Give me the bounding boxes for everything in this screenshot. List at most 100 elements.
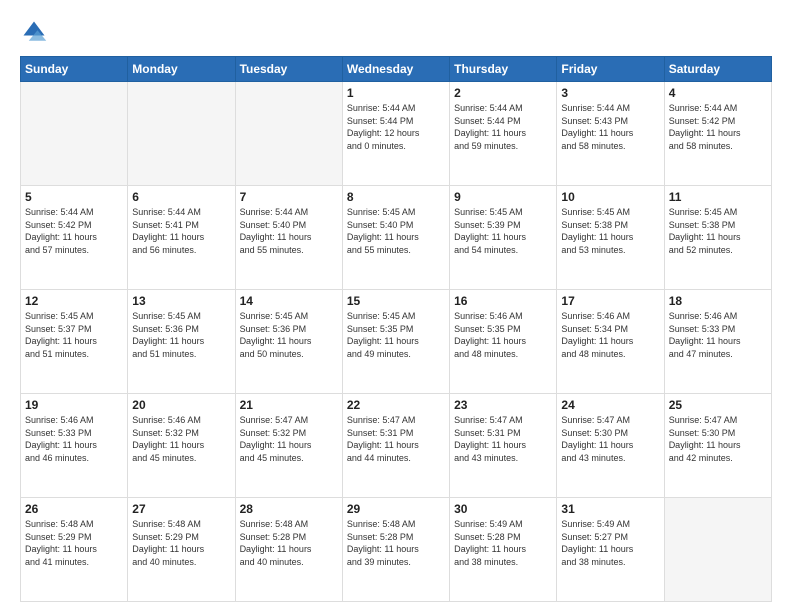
calendar-cell: 11 Sunrise: 5:45 AM Sunset: 5:38 PM Dayli… [664,186,771,290]
day-info: Sunrise: 5:48 AM Sunset: 5:29 PM Dayligh… [132,518,230,568]
calendar-cell [664,498,771,602]
calendar-cell: 13Sunrise: 5:45 AM Sunset: 5:36 PM Dayli… [128,290,235,394]
calendar-cell: 28 Sunrise: 5:48 AM Sunset: 5:28 PM Dayli… [235,498,342,602]
day-info: Sunrise: 5:44 AM Sunset: 5:40 PM Dayligh… [240,206,338,256]
calendar-week-4: 26 Sunrise: 5:48 AM Sunset: 5:29 PM Dayli… [21,498,772,602]
day-info: Sunrise: 5:46 AM Sunset: 5:32 PM Dayligh… [132,414,230,464]
day-info: Sunrise: 5:47 AM Sunset: 5:32 PM Dayligh… [240,414,338,464]
day-number: 28 [240,502,338,516]
day-number: 30 [454,502,552,516]
calendar-cell: 17 Sunrise: 5:46 AM Sunset: 5:34 PM Dayli… [557,290,664,394]
day-info: Sunrise: 5:45 AM Sunset: 5:39 PM Dayligh… [454,206,552,256]
calendar-cell: 9 Sunrise: 5:45 AM Sunset: 5:39 PM Daylig… [450,186,557,290]
day-info: Sunrise: 5:46 AM Sunset: 5:35 PM Dayligh… [454,310,552,360]
day-number: 16 [454,294,552,308]
day-info: Sunrise: 5:45 AM Sunset: 5:38 PM Dayligh… [561,206,659,256]
day-info: Sunrise: 5:46 AM Sunset: 5:33 PM Dayligh… [25,414,123,464]
day-info: Sunrise: 5:48 AM Sunset: 5:29 PM Dayligh… [25,518,123,568]
day-number: 25 [669,398,767,412]
day-info: Sunrise: 5:45 AM Sunset: 5:37 PM Dayligh… [25,310,123,360]
day-info: Sunrise: 5:48 AM Sunset: 5:28 PM Dayligh… [240,518,338,568]
day-header-friday: Friday [557,57,664,82]
calendar-week-0: 1 Sunrise: 5:44 AM Sunset: 5:44 PM Daylig… [21,82,772,186]
day-number: 13 [132,294,230,308]
day-number: 29 [347,502,445,516]
day-header-sunday: Sunday [21,57,128,82]
day-number: 22 [347,398,445,412]
day-number: 12 [25,294,123,308]
calendar-cell: 16 Sunrise: 5:46 AM Sunset: 5:35 PM Dayli… [450,290,557,394]
day-number: 14 [240,294,338,308]
calendar-cell: 4Sunrise: 5:44 AM Sunset: 5:42 PM Daylig… [664,82,771,186]
day-number: 27 [132,502,230,516]
calendar-cell [128,82,235,186]
day-number: 23 [454,398,552,412]
calendar-cell: 12 Sunrise: 5:45 AM Sunset: 5:37 PM Dayli… [21,290,128,394]
day-header-wednesday: Wednesday [342,57,449,82]
day-header-thursday: Thursday [450,57,557,82]
calendar-cell: 30Sunrise: 5:49 AM Sunset: 5:28 PM Dayli… [450,498,557,602]
calendar-cell: 14 Sunrise: 5:45 AM Sunset: 5:36 PM Dayli… [235,290,342,394]
day-info: Sunrise: 5:45 AM Sunset: 5:35 PM Dayligh… [347,310,445,360]
calendar-cell: 26 Sunrise: 5:48 AM Sunset: 5:29 PM Dayli… [21,498,128,602]
day-info: Sunrise: 5:47 AM Sunset: 5:30 PM Dayligh… [669,414,767,464]
day-number: 15 [347,294,445,308]
calendar-cell: 20 Sunrise: 5:46 AM Sunset: 5:32 PM Dayli… [128,394,235,498]
calendar-table: SundayMondayTuesdayWednesdayThursdayFrid… [20,56,772,602]
calendar-cell: 7 Sunrise: 5:44 AM Sunset: 5:40 PM Daylig… [235,186,342,290]
calendar-cell: 25 Sunrise: 5:47 AM Sunset: 5:30 PM Dayli… [664,394,771,498]
day-info: Sunrise: 5:46 AM Sunset: 5:33 PM Dayligh… [669,310,767,360]
header [20,18,772,46]
day-info: Sunrise: 5:47 AM Sunset: 5:30 PM Dayligh… [561,414,659,464]
calendar-header-row: SundayMondayTuesdayWednesdayThursdayFrid… [21,57,772,82]
day-number: 7 [240,190,338,204]
calendar-cell: 10 Sunrise: 5:45 AM Sunset: 5:38 PM Dayli… [557,186,664,290]
calendar-cell: 2 Sunrise: 5:44 AM Sunset: 5:44 PM Daylig… [450,82,557,186]
calendar-week-2: 12 Sunrise: 5:45 AM Sunset: 5:37 PM Dayli… [21,290,772,394]
day-number: 19 [25,398,123,412]
day-number: 17 [561,294,659,308]
day-number: 2 [454,86,552,100]
day-number: 11 [669,190,767,204]
logo-icon [20,18,48,46]
calendar-cell [235,82,342,186]
day-number: 21 [240,398,338,412]
calendar-cell: 15 Sunrise: 5:45 AM Sunset: 5:35 PM Dayli… [342,290,449,394]
page: SundayMondayTuesdayWednesdayThursdayFrid… [0,0,792,612]
day-number: 24 [561,398,659,412]
calendar-week-1: 5Sunrise: 5:44 AM Sunset: 5:42 PM Daylig… [21,186,772,290]
calendar-week-3: 19 Sunrise: 5:46 AM Sunset: 5:33 PM Dayli… [21,394,772,498]
day-info: Sunrise: 5:47 AM Sunset: 5:31 PM Dayligh… [454,414,552,464]
day-number: 20 [132,398,230,412]
calendar-cell: 21 Sunrise: 5:47 AM Sunset: 5:32 PM Dayli… [235,394,342,498]
calendar-cell: 23 Sunrise: 5:47 AM Sunset: 5:31 PM Dayli… [450,394,557,498]
day-info: Sunrise: 5:45 AM Sunset: 5:40 PM Dayligh… [347,206,445,256]
day-info: Sunrise: 5:45 AM Sunset: 5:36 PM Dayligh… [240,310,338,360]
day-info: Sunrise: 5:44 AM Sunset: 5:43 PM Dayligh… [561,102,659,152]
calendar-cell: 22 Sunrise: 5:47 AM Sunset: 5:31 PM Dayli… [342,394,449,498]
day-info: Sunrise: 5:47 AM Sunset: 5:31 PM Dayligh… [347,414,445,464]
day-number: 1 [347,86,445,100]
calendar-cell: 27 Sunrise: 5:48 AM Sunset: 5:29 PM Dayli… [128,498,235,602]
day-header-saturday: Saturday [664,57,771,82]
calendar-cell: 1 Sunrise: 5:44 AM Sunset: 5:44 PM Daylig… [342,82,449,186]
calendar-cell: 19 Sunrise: 5:46 AM Sunset: 5:33 PM Dayli… [21,394,128,498]
calendar-cell: 3 Sunrise: 5:44 AM Sunset: 5:43 PM Daylig… [557,82,664,186]
logo [20,18,52,46]
day-info: Sunrise: 5:49 AM Sunset: 5:27 PM Dayligh… [561,518,659,568]
day-number: 10 [561,190,659,204]
day-header-tuesday: Tuesday [235,57,342,82]
day-number: 8 [347,190,445,204]
day-info: Sunrise: 5:45 AM Sunset: 5:38 PM Dayligh… [669,206,767,256]
day-info: Sunrise: 5:44 AM Sunset: 5:44 PM Dayligh… [454,102,552,152]
calendar-cell: 31Sunrise: 5:49 AM Sunset: 5:27 PM Dayli… [557,498,664,602]
calendar-cell: 29Sunrise: 5:48 AM Sunset: 5:28 PM Dayli… [342,498,449,602]
calendar-cell [21,82,128,186]
day-number: 9 [454,190,552,204]
day-number: 3 [561,86,659,100]
day-number: 5 [25,190,123,204]
day-number: 26 [25,502,123,516]
day-info: Sunrise: 5:44 AM Sunset: 5:44 PM Dayligh… [347,102,445,152]
day-info: Sunrise: 5:46 AM Sunset: 5:34 PM Dayligh… [561,310,659,360]
day-number: 18 [669,294,767,308]
